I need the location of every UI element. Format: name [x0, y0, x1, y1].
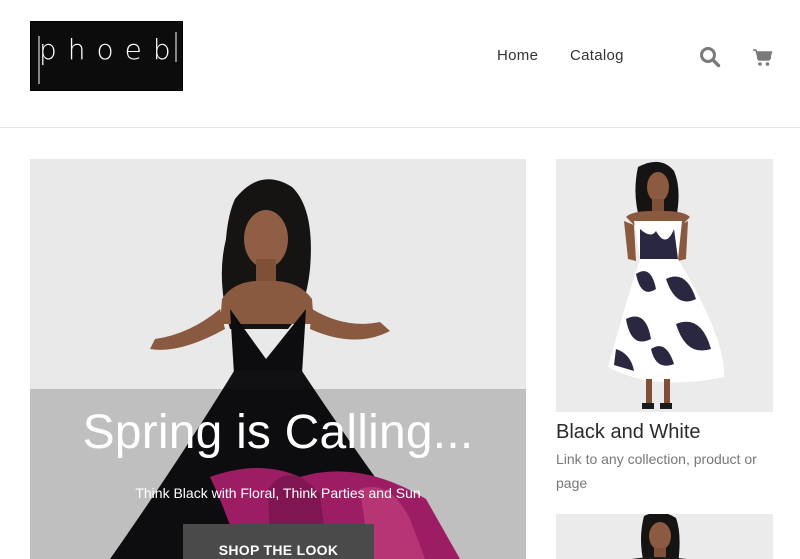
site-header: phoebe Home Catalog	[0, 0, 800, 128]
nav-link-catalog[interactable]: Catalog	[570, 47, 624, 64]
featured-card-image[interactable]	[556, 159, 773, 412]
black-white-dress-image	[556, 159, 773, 412]
brand-logo[interactable]: phoebe	[30, 21, 199, 91]
second-model-image	[556, 514, 773, 559]
hero-title: Spring is Calling...	[82, 406, 474, 459]
cart-icon[interactable]	[752, 46, 774, 68]
second-card-image[interactable]	[556, 514, 773, 559]
nav-link-home[interactable]: Home	[497, 47, 538, 64]
featured-card-description: Link to any collection, product or page	[556, 451, 757, 491]
shop-the-look-button[interactable]: SHOP THE LOOK	[183, 524, 374, 559]
hero-subtitle: Think Black with Floral, Think Parties a…	[135, 485, 421, 501]
featured-card-title[interactable]: Black and White	[556, 419, 701, 445]
search-icon[interactable]	[699, 46, 721, 68]
logo-wordmark: phoebe	[39, 33, 210, 66]
